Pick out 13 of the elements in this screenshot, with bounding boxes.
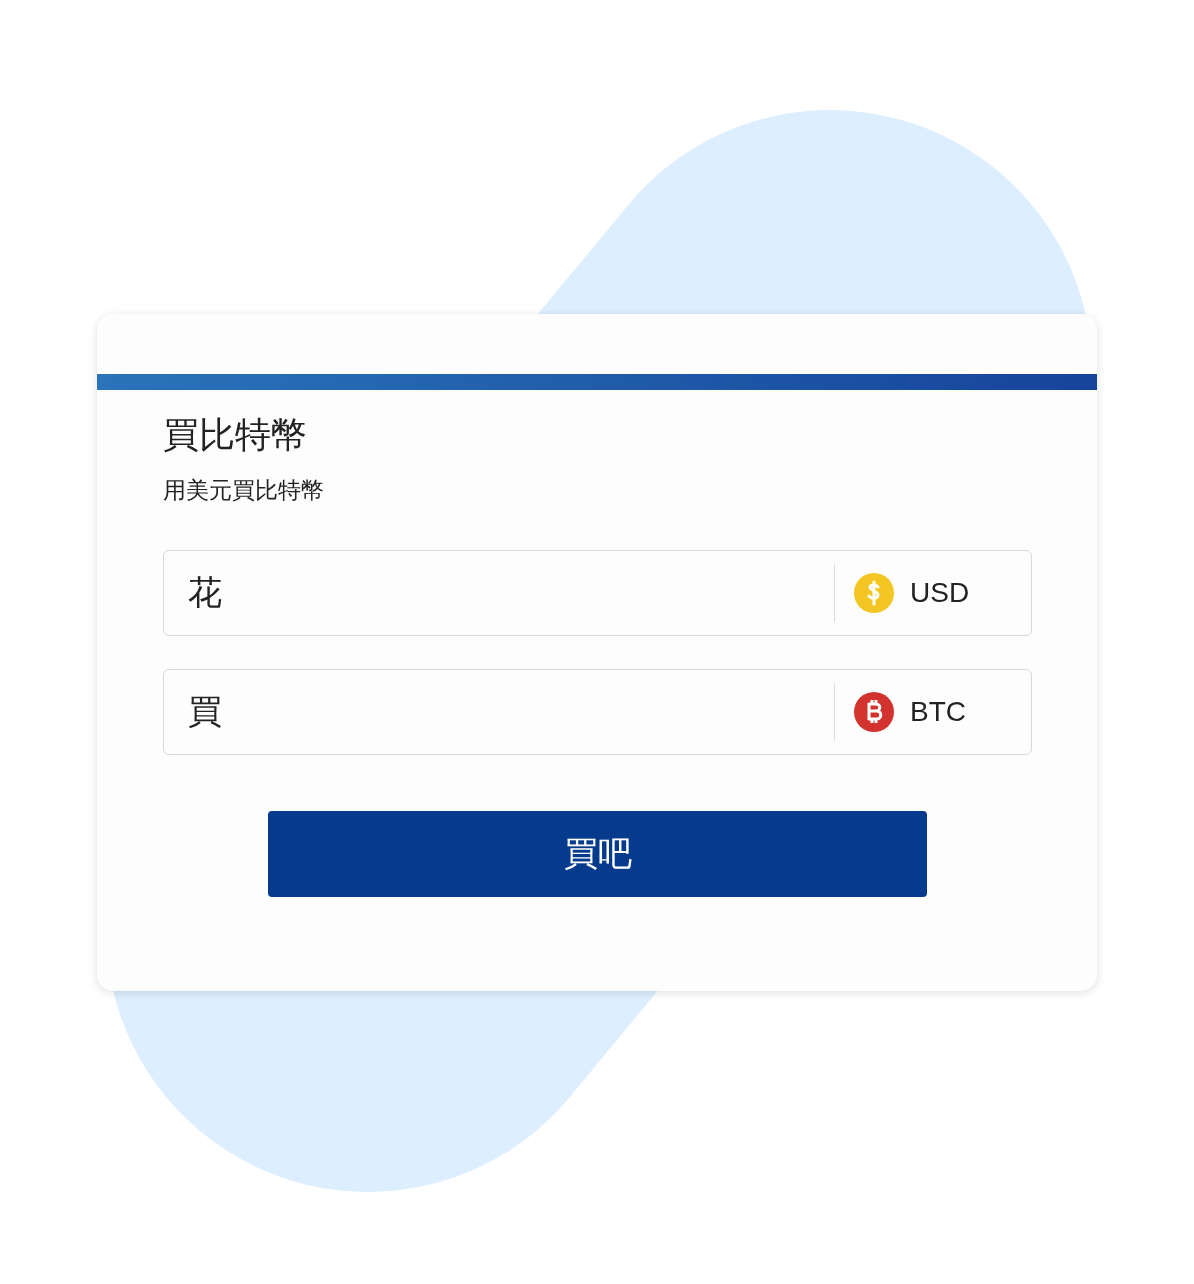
card-subtitle: 用美元買比特幣 — [163, 476, 325, 505]
currency-code: USD — [910, 577, 970, 609]
field-label: 買 — [187, 690, 223, 733]
field-label: 花 — [187, 571, 223, 614]
currency-selector[interactable]: USD — [834, 564, 1031, 622]
dollar-coin-icon — [854, 573, 894, 613]
buy-button[interactable]: 買吧 — [268, 811, 927, 897]
currency-selector[interactable]: BTC — [834, 683, 1031, 741]
currency-code: BTC — [910, 696, 966, 728]
amount-field[interactable]: 花 USD — [163, 550, 1032, 636]
bitcoin-icon — [854, 692, 894, 732]
card-title: 買比特幣 — [163, 413, 308, 457]
amount-field[interactable]: 買 BTC — [163, 669, 1032, 755]
